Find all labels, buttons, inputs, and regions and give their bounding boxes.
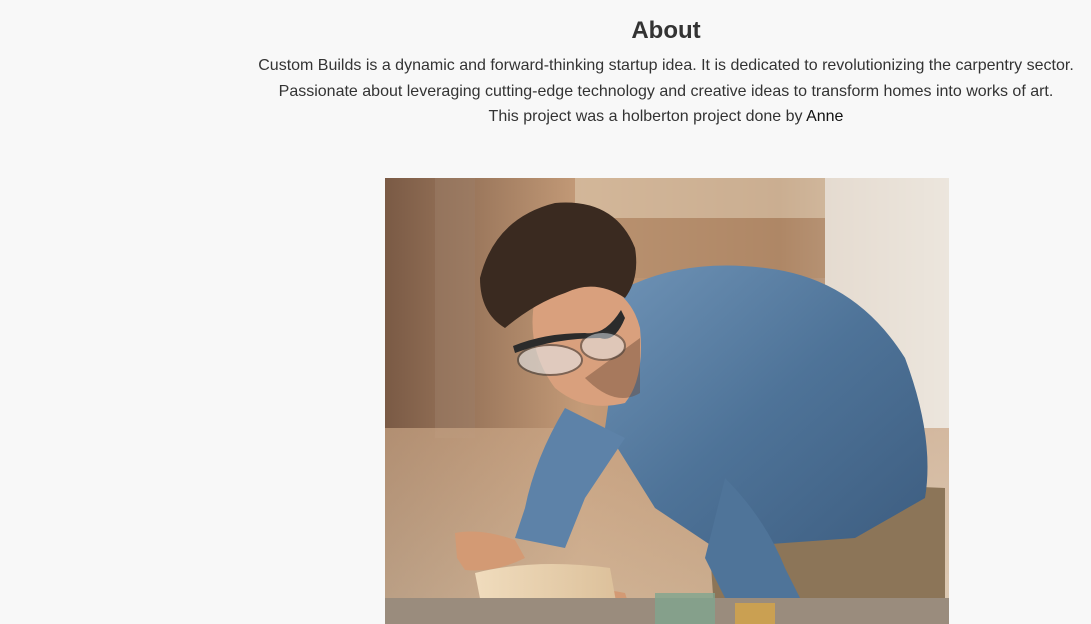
about-line-3-prefix: This project was a holberton project don… (488, 108, 807, 125)
about-section: About Custom Builds is a dynamic and for… (250, 0, 1082, 130)
about-title: About (631, 17, 701, 44)
carpenter-illustration (385, 178, 949, 624)
author-name: Anne (806, 108, 844, 125)
about-line-2: Passionate about leveraging cutting-edge… (278, 82, 1054, 100)
about-line-1: Custom Builds is a dynamic and forward-t… (258, 57, 1074, 74)
carpenter-photo (385, 178, 949, 624)
about-description: Custom Builds is a dynamic and forward-t… (250, 53, 1082, 130)
